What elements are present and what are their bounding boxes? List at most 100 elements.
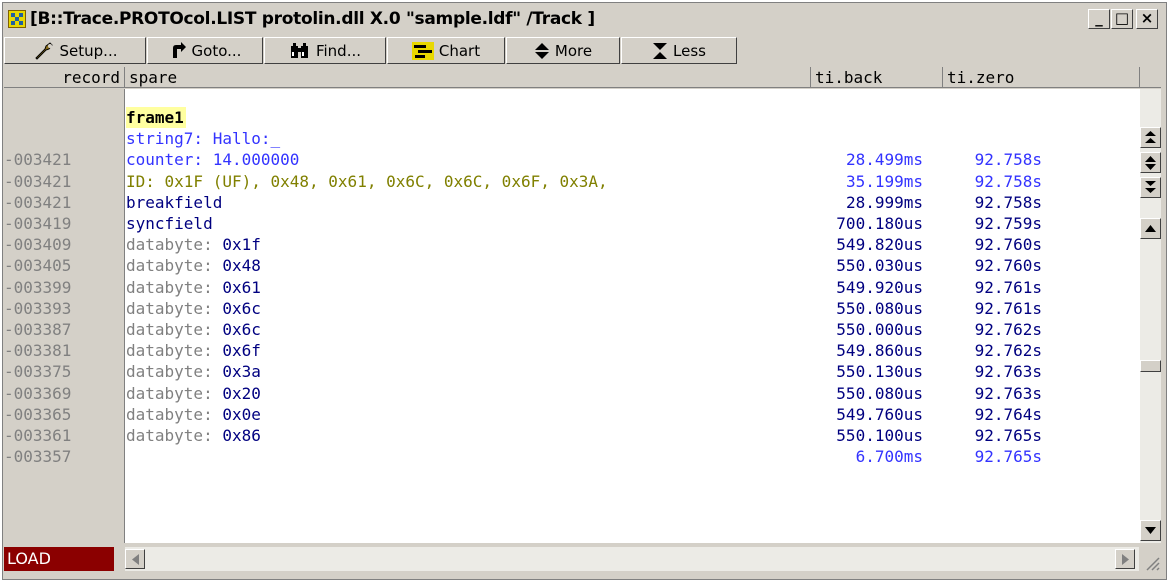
more-label: More [554, 41, 593, 60]
trace-row[interactable]: -003381 databyte: 0x6f 549.860us 92.762s [0, 340, 1140, 361]
row-text: string7: Hallo:_ [126, 129, 281, 149]
toolbar: Setup... Goto... Find... Chart More Less [4, 36, 1161, 66]
ti-zero-value: 92.758s [974, 192, 1042, 212]
trace-row[interactable]: -003399 databyte: 0x61 549.920us 92.761s [0, 277, 1140, 298]
chart-button[interactable]: Chart [387, 37, 505, 64]
row-text: databyte: 0x6c [126, 319, 261, 340]
record-number: -003365 [4, 404, 72, 424]
less-label: Less [673, 41, 706, 60]
record-number: -003421 [4, 192, 72, 212]
ti-back-value: 550.080us [836, 298, 923, 318]
row-text: databyte: 0x6c [126, 298, 261, 319]
column-spare[interactable]: spare [125, 67, 811, 88]
chart-icon [411, 41, 434, 60]
field-label: databyte: [126, 298, 223, 318]
arrow-right-icon [1121, 553, 1129, 565]
field-value: 0x6c [222, 298, 261, 318]
ti-back-value: 550.130us [836, 362, 923, 382]
resize-grip-icon[interactable] [1142, 553, 1160, 571]
column-ti-zero[interactable]: ti.zero [943, 67, 1140, 88]
field-value: 0x1f [222, 235, 261, 255]
less-button[interactable]: Less [621, 37, 737, 64]
scroll-thumb[interactable] [1140, 360, 1161, 372]
close-button[interactable]: × [1136, 9, 1158, 29]
scroll-right-button[interactable] [1115, 549, 1135, 569]
setup-label: Setup... [59, 41, 118, 60]
record-number: -003421 [4, 171, 72, 191]
ti-zero-value: 92.763s [974, 362, 1042, 382]
arrow-up-icon [1145, 225, 1156, 232]
trace-row[interactable]: -003419 syncfield 700.180us 92.759s [0, 213, 1140, 234]
ti-zero-value: 92.758s [974, 171, 1042, 191]
trace-row[interactable]: -003387 databyte: 0x6c 550.000us 92.762s [0, 319, 1140, 340]
scroll-top-button[interactable] [1140, 127, 1161, 148]
trace-row[interactable]: -003375 databyte: 0x3a 550.130us 92.763s [0, 361, 1140, 382]
ti-back-value: 549.920us [836, 277, 923, 297]
column-record[interactable]: record [4, 67, 125, 88]
find-button[interactable]: Find... [264, 37, 386, 64]
trace-row[interactable]: frame1 [0, 107, 1140, 128]
column-header: record spare ti.back ti.zero [4, 67, 1161, 89]
trace-row[interactable]: -003421 counter: 14.000000 28.499ms 92.758s [0, 149, 1140, 170]
row-text: databyte: 0x6f [126, 340, 261, 361]
trace-row[interactable]: -003409 databyte: 0x1f 549.820us 92.760s [0, 234, 1140, 255]
field-label: databyte: [126, 277, 223, 297]
minimize-button[interactable]: _ [1088, 9, 1110, 29]
goto-label: Goto... [191, 41, 242, 60]
scroll-bottom-icon [1145, 180, 1156, 193]
ti-zero-value: 92.765s [974, 426, 1042, 445]
trace-row[interactable]: -003405 databyte: 0x48 550.030us 92.760s [0, 255, 1140, 276]
trace-row[interactable]: -003421 ID: 0x1F (UF), 0x48, 0x61, 0x6C, … [0, 171, 1140, 192]
more-button[interactable]: More [506, 37, 620, 64]
field-label: databyte: [126, 404, 223, 424]
field-value: 0x6f [222, 341, 261, 361]
ti-back-value: 550.030us [836, 256, 923, 276]
maximize-button[interactable]: □ [1111, 9, 1133, 29]
horizontal-scrollbar[interactable] [125, 547, 1139, 571]
row-text: databyte: 0x61 [126, 277, 261, 298]
record-number: -003393 [4, 298, 72, 318]
converge-arrows-icon [653, 42, 668, 59]
trace-row[interactable]: -003393 databyte: 0x6c 550.080us 92.761s [0, 298, 1140, 319]
find-label: Find... [315, 41, 362, 60]
ti-back-value: 700.180us [836, 214, 923, 233]
scroll-page-icon [1145, 155, 1156, 170]
window-title: [B::Trace.PROTOcol.LIST protolin.dll X.0… [30, 9, 595, 29]
ti-back-value: 550.080us [836, 383, 923, 403]
field-label: databyte: [126, 256, 223, 276]
setup-button[interactable]: Setup... [4, 37, 146, 64]
column-ti-back[interactable]: ti.back [811, 67, 943, 88]
field-value: 0x61 [222, 277, 261, 297]
ti-back-value: 28.999ms [845, 192, 923, 212]
goto-arrow-icon [172, 41, 186, 58]
trace-row[interactable]: -003361 databyte: 0x86 550.100us 92.765s [0, 425, 1140, 446]
scroll-left-button[interactable] [125, 549, 145, 569]
goto-button[interactable]: Goto... [147, 37, 263, 64]
row-text: databyte: 0x20 [126, 383, 261, 404]
title-bar[interactable]: [B::Trace.PROTOcol.LIST protolin.dll X.0… [4, 4, 1161, 34]
row-text: frame1 [126, 107, 186, 128]
row-text: databyte: 0x86 [126, 425, 261, 446]
field-value: 0x0e [222, 404, 261, 424]
trace-row[interactable]: -003369 databyte: 0x20 550.080us 92.763s [0, 383, 1140, 404]
vertical-scrollbar[interactable] [1140, 89, 1161, 543]
field-label: databyte: [126, 235, 223, 255]
scroll-down-button[interactable] [1140, 520, 1161, 541]
scroll-bottom-button[interactable] [1140, 177, 1161, 198]
ti-zero-value: 92.761s [974, 298, 1042, 318]
scroll-page-button[interactable] [1140, 152, 1161, 173]
record-number: -003419 [4, 214, 72, 233]
ti-back-value: 549.820us [836, 235, 923, 255]
trace-row[interactable]: -003421 breakfield 28.999ms 92.758s [0, 192, 1140, 213]
trace-row[interactable]: -003365 databyte: 0x0e 549.760us 92.764s [0, 404, 1140, 425]
row-text: databyte: 0x1f [126, 234, 261, 255]
field-label: databyte: [126, 362, 223, 382]
trace-row[interactable]: -003357 6.700ms 92.765s [0, 446, 1140, 467]
field-value: 0x20 [222, 383, 261, 403]
row-text: ID: 0x1F (UF), 0x48, 0x61, 0x6C, 0x6C, 0… [126, 171, 608, 191]
scroll-up-button[interactable] [1140, 218, 1161, 239]
scroll-top-icon [1145, 130, 1156, 143]
chart-label: Chart [438, 41, 481, 60]
trace-row[interactable]: string7: Hallo:_ [0, 128, 1140, 149]
record-number: -003405 [4, 256, 72, 276]
